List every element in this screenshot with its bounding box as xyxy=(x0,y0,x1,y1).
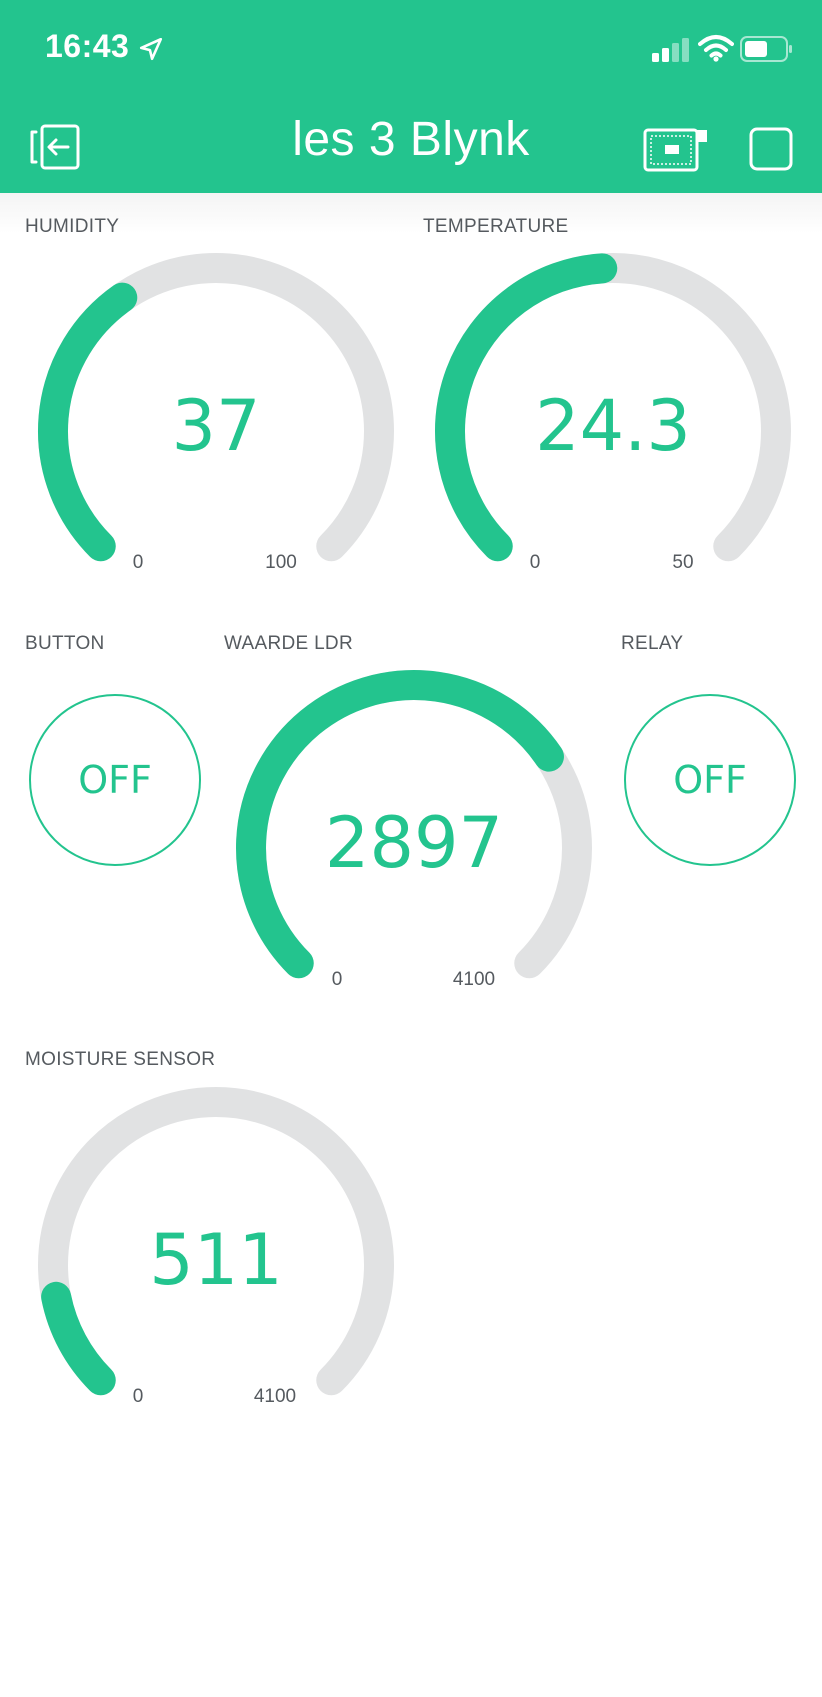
moisture-label: MOISTURE SENSOR xyxy=(25,1049,216,1070)
relay-label: RELAY xyxy=(621,633,684,654)
wifi-icon xyxy=(698,35,734,62)
status-time: 16:43 xyxy=(45,28,130,64)
gauge-value: 511 xyxy=(149,1219,283,1301)
temperature-gauge: 24.3 0 50 xyxy=(435,253,791,573)
gauge-min: 0 xyxy=(133,552,144,573)
stop-icon xyxy=(749,127,793,171)
ldr-label: WAARDE LDR xyxy=(224,633,353,654)
gauge-value: 24.3 xyxy=(535,385,691,467)
gauge-min: 0 xyxy=(133,1386,144,1407)
top-bar: 16:43 les 3 Blynk xyxy=(0,0,822,193)
device-board-icon xyxy=(643,128,707,172)
header-shadow xyxy=(0,193,822,233)
battery-icon xyxy=(740,36,792,62)
gauge-fill xyxy=(41,1281,116,1396)
relay-state: OFF xyxy=(673,758,747,802)
humidity-label: HUMIDITY xyxy=(25,216,120,237)
cellular-signal-icon xyxy=(652,38,689,62)
gauge-value: 37 xyxy=(171,385,260,467)
button-state: OFF xyxy=(78,758,152,802)
gauge-max: 100 xyxy=(265,552,297,573)
gauge-max: 50 xyxy=(672,552,693,573)
button-toggle[interactable]: OFF xyxy=(29,694,201,866)
gauge-min: 0 xyxy=(332,969,343,990)
stop-button[interactable] xyxy=(749,127,793,171)
location-arrow-icon xyxy=(139,37,163,61)
humidity-gauge: 37 0 100 xyxy=(38,253,394,573)
device-button[interactable] xyxy=(643,126,709,172)
gauge-max: 4100 xyxy=(254,1386,296,1407)
gauge-fill xyxy=(38,282,138,562)
gauge-value: 2897 xyxy=(325,802,503,884)
button-label: BUTTON xyxy=(25,633,105,654)
moisture-gauge: 511 0 4100 xyxy=(38,1087,394,1407)
ldr-gauge: 2897 0 4100 xyxy=(236,670,592,990)
temperature-label: TEMPERATURE xyxy=(423,216,569,237)
relay-toggle[interactable]: OFF xyxy=(624,694,796,866)
gauge-min: 0 xyxy=(530,552,541,573)
gauge-max: 4100 xyxy=(453,969,495,990)
